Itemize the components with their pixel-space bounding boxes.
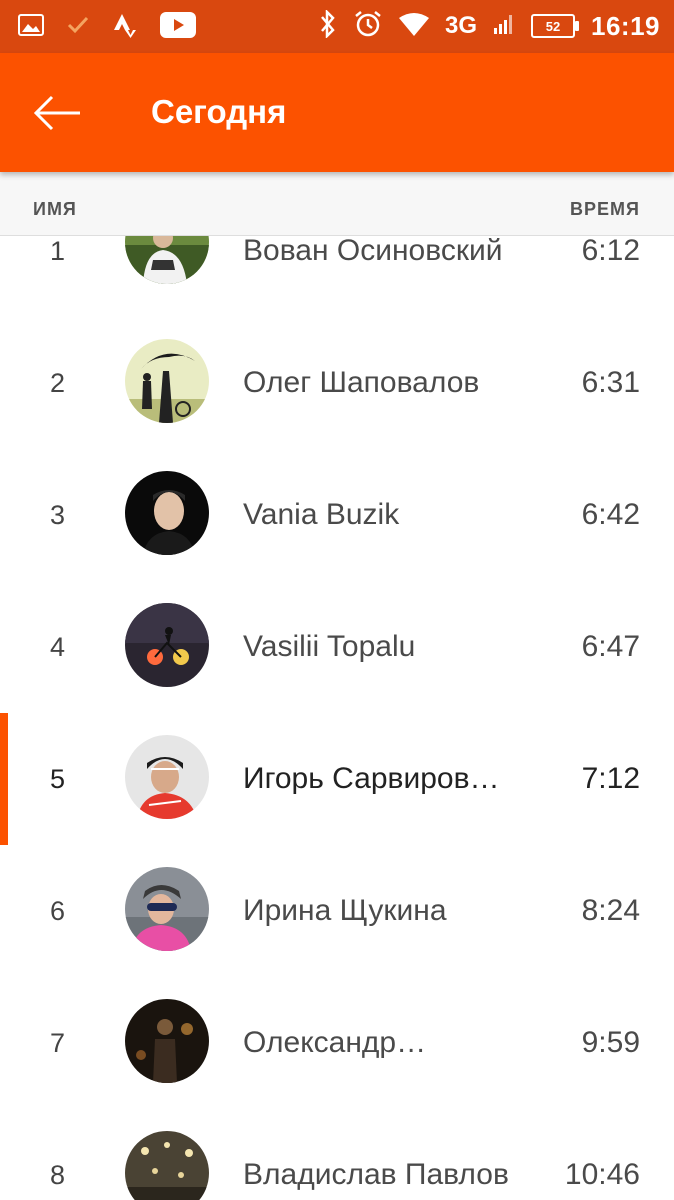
rank: 2	[50, 368, 66, 398]
leaderboard-row[interactable]: 1 Вован Осиновский 6:12	[0, 236, 674, 318]
athlete-name[interactable]: Ирина Щукина	[243, 894, 447, 928]
leaderboard-row[interactable]: 3 Vania Buzik 6:42	[0, 449, 674, 582]
effort-time: 6:42	[581, 498, 640, 531]
app-bar: Сегодня	[0, 53, 674, 172]
athlete-name[interactable]: Игорь Сарвиров…	[243, 762, 500, 796]
rank: 4	[50, 632, 66, 662]
effort-time: 8:24	[581, 894, 640, 927]
effort-time: 6:47	[581, 630, 640, 663]
avatar[interactable]	[125, 339, 209, 423]
back-button[interactable]	[30, 91, 86, 135]
youtube-icon	[160, 12, 196, 43]
current-user-indicator	[0, 713, 8, 845]
avatar[interactable]	[125, 1131, 209, 1200]
bluetooth-icon	[319, 8, 337, 43]
signal-icon	[493, 13, 515, 40]
avatar[interactable]	[125, 603, 209, 687]
battery-level: 52	[545, 18, 561, 34]
leaderboard-row[interactable]: 2 Олег Шаповалов 6:31	[0, 317, 674, 450]
leaderboard-header: ИМЯ ВРЕМЯ	[0, 172, 674, 236]
leaderboard-row-current-user[interactable]: 5 Игорь Сарвиров… 7:12	[0, 713, 674, 846]
avatar[interactable]	[125, 867, 209, 951]
network-type: 3G	[444, 12, 477, 39]
alarm-icon	[353, 9, 383, 44]
effort-time: 10:46	[564, 1158, 640, 1191]
battery-icon: 52	[531, 14, 579, 38]
rank: 8	[50, 1160, 66, 1190]
notification-icons	[18, 12, 196, 43]
athlete-name[interactable]: Владислав Павлов	[243, 1158, 509, 1192]
effort-time: 6:12	[581, 236, 640, 267]
check-icon	[66, 15, 90, 40]
avatar[interactable]	[125, 999, 209, 1083]
avatar[interactable]	[125, 735, 209, 819]
avatar[interactable]	[125, 236, 209, 284]
leaderboard-list[interactable]: 1 Вован Осиновский 6:12 2 Олег Шаповалов…	[0, 236, 674, 1200]
strava-icon	[112, 12, 138, 43]
clock: 16:19	[591, 10, 660, 41]
effort-time: 9:59	[581, 1026, 640, 1059]
athlete-name[interactable]: Олег Шаповалов	[243, 366, 479, 400]
arrow-left-icon	[30, 95, 86, 139]
effort-time: 6:31	[581, 366, 640, 399]
rank: 6	[50, 896, 66, 926]
athlete-name[interactable]: Олександр…	[243, 1026, 426, 1060]
rank: 1	[50, 236, 66, 266]
time-column-header: ВРЕМЯ	[570, 199, 640, 219]
rank: 3	[50, 500, 66, 530]
rank: 7	[50, 1028, 66, 1058]
wifi-icon	[398, 12, 429, 41]
leaderboard-row[interactable]: 7 Олександр… 9:59	[0, 977, 674, 1110]
gallery-icon	[18, 14, 44, 41]
leaderboard-row[interactable]: 6 Ирина Щукина 8:24	[0, 845, 674, 978]
athlete-name[interactable]: Vasilii Topalu	[243, 630, 415, 664]
page-title: Сегодня	[151, 93, 287, 130]
name-column-header: ИМЯ	[33, 199, 77, 219]
status-bar: 3G 52 16:19	[0, 0, 674, 53]
athlete-name[interactable]: Вован Осиновский	[243, 236, 502, 268]
rank: 5	[50, 764, 66, 794]
leaderboard-row[interactable]: 4 Vasilii Topalu 6:47	[0, 581, 674, 714]
avatar[interactable]	[125, 471, 209, 555]
system-icons: 3G 52 16:19	[319, 8, 660, 44]
effort-time: 7:12	[581, 762, 640, 795]
leaderboard-row[interactable]: 8 Владислав Павлов 10:46	[0, 1109, 674, 1200]
athlete-name[interactable]: Vania Buzik	[243, 498, 399, 532]
